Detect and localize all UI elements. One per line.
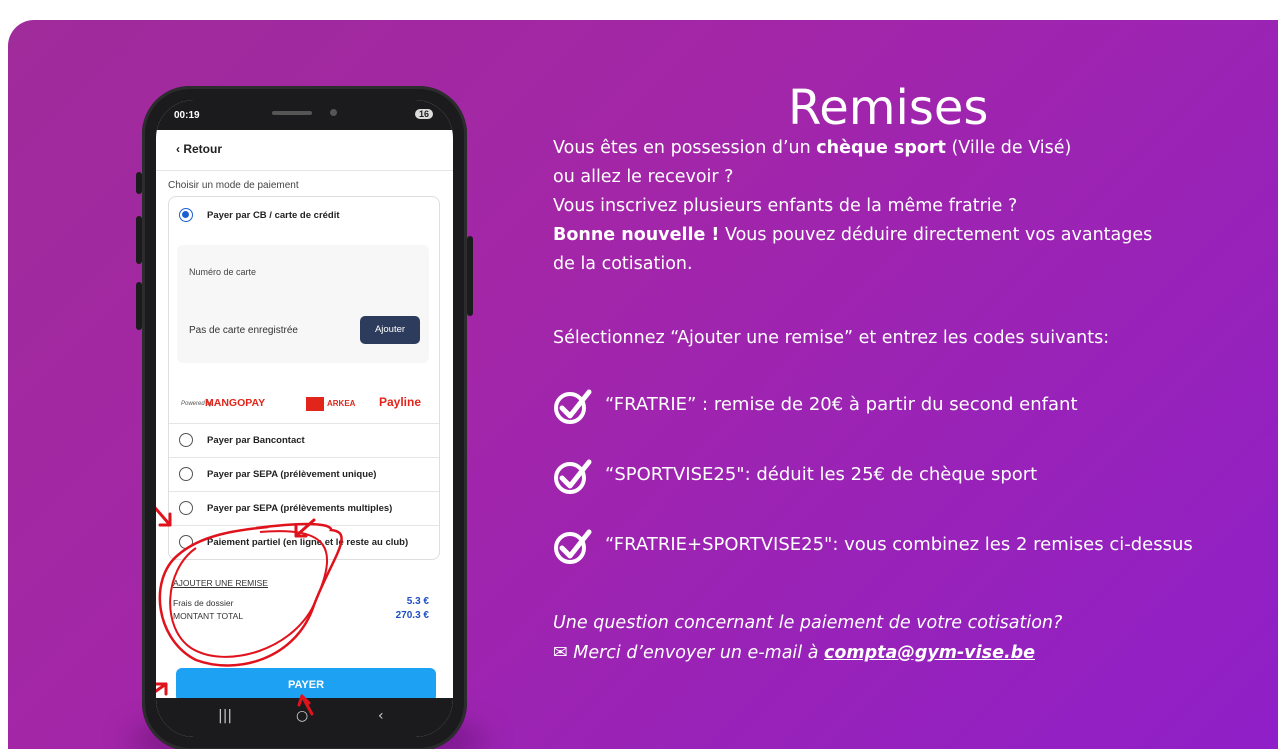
radio-sepa-single[interactable]: [179, 467, 193, 481]
contact-line: ✉ Merci d’envoyer un e-mail à compta@gym…: [553, 640, 1035, 667]
battery-icon: 16: [414, 109, 433, 119]
back-nav-icon[interactable]: ‹: [378, 708, 384, 724]
check-circle-icon: [554, 529, 592, 564]
good-news-bold: Bonne nouvelle !: [553, 225, 720, 245]
method-label-sepa-single: Payer par SEPA (prélèvement unique): [207, 469, 377, 480]
mangopay-logo: MANGOPAY: [205, 397, 266, 409]
app-header: ‹ Retour: [156, 130, 453, 171]
add-card-button[interactable]: Ajouter: [360, 316, 420, 344]
divider: [169, 423, 439, 424]
radio-card[interactable]: [179, 208, 193, 222]
status-time: 00:19: [174, 110, 200, 121]
arkea-logo-mark: [306, 397, 324, 411]
method-label-sepa-multiple: Payer par SEPA (prélèvements multiples): [207, 503, 393, 514]
page-title: Remises: [788, 80, 989, 136]
phone-mockup: 00:19 16 ‹ Retour Choisir un mode de pai…: [136, 86, 473, 749]
divider: [169, 491, 439, 492]
phone-side-button: [136, 172, 142, 194]
radio-bancontact[interactable]: [179, 433, 193, 447]
phone-screen: 00:19 16 ‹ Retour Choisir un mode de pai…: [156, 100, 453, 737]
method-label-partial: Paiement partiel (en ligne et le reste a…: [207, 537, 409, 548]
home-icon[interactable]: ○: [296, 708, 308, 724]
back-button[interactable]: ‹ Retour: [176, 142, 222, 156]
code-combined: “FRATRIE+SPORTVISE25": vous combinez les…: [605, 534, 1193, 555]
phone-side-button: [136, 282, 142, 330]
intro-text: (Ville de Visé): [945, 138, 1072, 158]
intro-line-3: Vous inscrivez plusieurs enfants de la m…: [553, 196, 1018, 216]
phone-side-button: [467, 236, 473, 316]
code-fratrie: “FRATRIE” : remise de 20€ à partir du se…: [605, 394, 1078, 415]
question-text: Une question concernant le paiement de v…: [553, 613, 1063, 633]
check-circle-icon: [554, 459, 592, 494]
intro-text: Vous pouvez déduire directement vos avan…: [719, 225, 1153, 245]
arkea-logo: ARKEA: [327, 399, 356, 408]
card-number-label: Numéro de carte: [189, 267, 257, 277]
method-label-card: Payer par CB / carte de crédit: [207, 210, 340, 221]
code-sportvise: “SPORTVISE25": déduit les 25€ de chèque …: [605, 464, 1038, 485]
payline-logo: Payline: [379, 395, 422, 409]
divider: [169, 525, 439, 526]
card-details-panel: Numéro de carte Pas de carte enregistrée…: [177, 245, 429, 363]
intro-line-1: Vous êtes en possession d’un chèque spor…: [553, 135, 1071, 162]
radio-partial[interactable]: [179, 535, 193, 549]
check-circle-icon: [554, 389, 592, 424]
annotation-arrow: [156, 682, 168, 696]
payment-section-label: Choisir un mode de paiement: [168, 180, 299, 191]
email-link[interactable]: compta@gym-vise.be: [824, 643, 1035, 663]
divider: [169, 457, 439, 458]
intro-line-4: Bonne nouvelle ! Vous pouvez déduire dir…: [553, 222, 1152, 249]
intro-line-2: ou allez le recevoir ?: [553, 167, 734, 187]
contact-prefix: Merci d’envoyer un e-mail à: [573, 643, 824, 663]
speaker-grille: [272, 111, 312, 115]
phone-notch: [242, 100, 368, 128]
method-label-bancontact: Payer par Bancontact: [207, 435, 305, 446]
fees-label: Frais de dossier: [173, 598, 234, 608]
instruction-text: Sélectionnez “Ajouter une remise” et ent…: [553, 328, 1110, 348]
no-card-label: Pas de carte enregistrée: [189, 325, 298, 336]
recent-apps-icon[interactable]: |||: [218, 708, 232, 724]
total-value: 270.3 €: [395, 610, 429, 621]
add-discount-link[interactable]: AJOUTER UNE REMISE: [173, 578, 268, 588]
phone-side-button: [136, 216, 142, 264]
mail-icon: ✉: [553, 643, 574, 663]
intro-line-5: de la cotisation.: [553, 254, 693, 274]
back-label: Retour: [183, 142, 223, 156]
radio-sepa-multiple[interactable]: [179, 501, 193, 515]
promo-card: 00:19 16 ‹ Retour Choisir un mode de pai…: [8, 20, 1278, 749]
android-nav-bar: ||| ○ ‹: [156, 698, 453, 737]
intro-text: Vous êtes en possession d’un: [553, 138, 817, 158]
payment-brands: Powered by MANGOPAY ARKEA Payline: [181, 395, 431, 413]
intro-bold: chèque sport: [816, 138, 946, 158]
pay-button[interactable]: PAYER: [176, 668, 436, 702]
payment-methods-list: Payer par CB / carte de crédit Numéro de…: [168, 196, 440, 560]
total-label: MONTANT TOTAL: [173, 611, 244, 621]
camera-icon: [330, 109, 337, 116]
fees-value: 5.3 €: [406, 596, 429, 607]
